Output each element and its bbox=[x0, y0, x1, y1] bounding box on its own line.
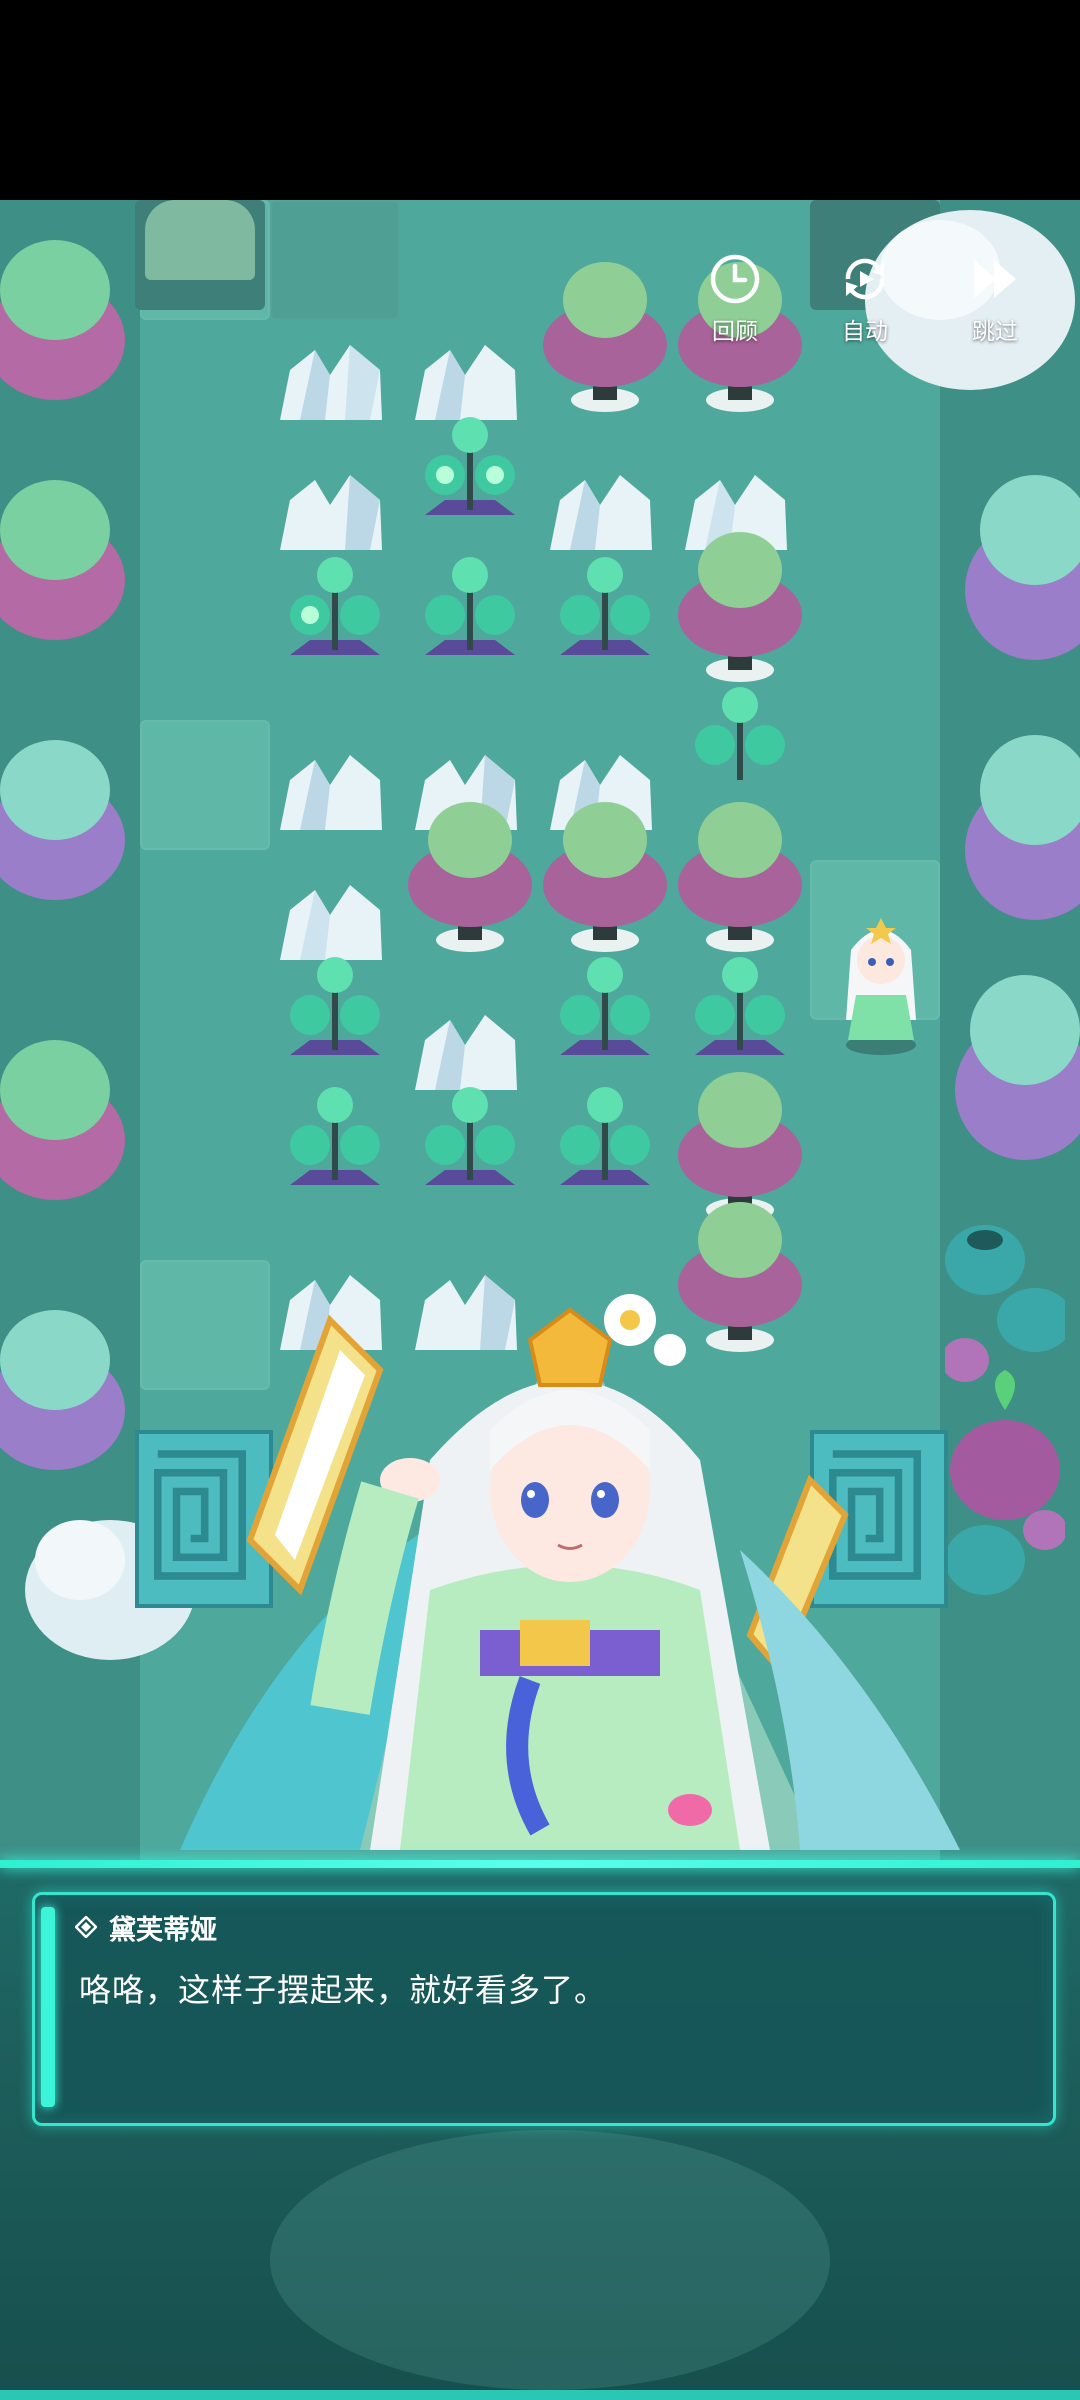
auto-button[interactable]: 自动 bbox=[810, 252, 920, 362]
forest-tree bbox=[960, 720, 1080, 940]
potted-tree bbox=[670, 520, 810, 690]
bulb-plant bbox=[270, 540, 400, 670]
bulb-plant bbox=[405, 540, 535, 670]
bulb-plant bbox=[540, 1070, 670, 1200]
bulb-plant bbox=[675, 940, 805, 1070]
auto-label: 自动 bbox=[842, 319, 888, 345]
status-bar-area bbox=[0, 0, 1080, 200]
stone-planter bbox=[135, 200, 265, 310]
crystal-block bbox=[270, 740, 390, 840]
bulb-plant bbox=[540, 940, 670, 1070]
bulb-plant bbox=[270, 940, 400, 1070]
faint-background-silhouette bbox=[270, 2130, 830, 2390]
forest-tree bbox=[0, 220, 130, 420]
dialog-bottom-bar bbox=[0, 2390, 1080, 2400]
forest-tree bbox=[0, 720, 130, 920]
review-button[interactable]: 回顾 bbox=[680, 252, 790, 362]
bulb-plant bbox=[540, 540, 670, 670]
auto-play-icon bbox=[845, 258, 885, 300]
bulb-plant bbox=[405, 1070, 535, 1200]
skip-button[interactable]: 跳过 bbox=[940, 252, 1050, 362]
forest-tree bbox=[0, 1020, 130, 1220]
character-portrait bbox=[180, 1290, 960, 1870]
potted-tree bbox=[535, 790, 675, 960]
bulb-plant bbox=[675, 670, 805, 800]
forest-tree bbox=[960, 460, 1080, 680]
clock-icon bbox=[710, 254, 760, 304]
dialog-accent-stripe bbox=[41, 1907, 55, 2107]
dialog-box[interactable]: 黛芙蒂娅 咯咯，这样子摆起来，就好看多了。 bbox=[32, 1892, 1056, 2126]
potted-tree bbox=[400, 790, 540, 960]
skip-label: 跳过 bbox=[972, 319, 1018, 345]
crystal-block bbox=[270, 330, 390, 430]
bulb-plant bbox=[270, 1070, 400, 1200]
player-sprite[interactable] bbox=[826, 900, 936, 1060]
forest-tree bbox=[950, 960, 1080, 1180]
speaker-row: 黛芙蒂娅 bbox=[75, 1907, 217, 1947]
floor-tile bbox=[270, 200, 400, 320]
potted-tree bbox=[535, 250, 675, 420]
potted-tree bbox=[670, 790, 810, 960]
floor-tile bbox=[140, 720, 270, 850]
diamond-icon bbox=[75, 1916, 97, 1938]
fast-forward-icon bbox=[974, 260, 1016, 298]
bulb-plant bbox=[405, 400, 535, 530]
game-screen: 回顾 自动 跳过 黛芙蒂娅 咯咯，这样子摆起来，就好看多了。 bbox=[0, 0, 1080, 2400]
dialog-top-glow-bar bbox=[0, 1860, 1080, 1868]
dialog-text: 咯咯，这样子摆起来，就好看多了。 bbox=[79, 1971, 608, 2009]
forest-tree bbox=[0, 460, 130, 660]
speaker-name: 黛芙蒂娅 bbox=[109, 1914, 217, 1946]
pottery-stack bbox=[941, 1210, 1073, 1630]
forest-tree bbox=[0, 1290, 130, 1490]
review-label: 回顾 bbox=[712, 319, 758, 345]
